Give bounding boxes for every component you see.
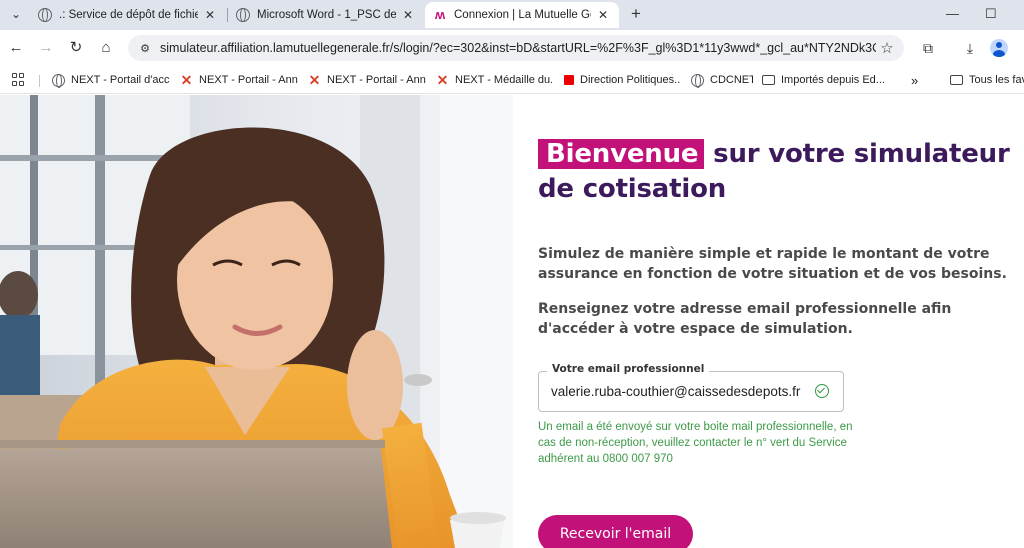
- extensions-icon[interactable]: ⧉: [918, 38, 938, 58]
- mutuelle-logo-icon: ʍ: [434, 7, 446, 22]
- tab-title: .: Service de dépôt de fichiers :.: [59, 9, 198, 21]
- x-logo-icon: ✕: [308, 71, 321, 88]
- page-content: Bienvenue sur votre simulateur de cotisa…: [0, 95, 1024, 548]
- intro-text: Simulez de manière simple et rapide le m…: [538, 246, 1007, 282]
- bookmark-next-medaille[interactable]: ✕ NEXT - Médaille du...: [436, 71, 552, 89]
- download-icon[interactable]: ⤓: [960, 38, 980, 58]
- new-tab-icon[interactable]: +: [626, 4, 646, 24]
- tab-title: Microsoft Word - 1_PSC des co: [257, 9, 396, 21]
- bookmark-folder-importes[interactable]: Importés depuis Ed...: [762, 71, 886, 89]
- email-input[interactable]: valerie.ruba-couthier@caissedesdepots.fr: [551, 384, 800, 399]
- forward-arrow-icon[interactable]: →: [36, 38, 56, 58]
- bookmark-next-portail-acces[interactable]: NEXT - Portail d'acc...: [52, 71, 170, 89]
- tab-microsoft-word[interactable]: Microsoft Word - 1_PSC des co ✕: [228, 2, 424, 28]
- globe-icon: [52, 73, 65, 88]
- email-field[interactable]: Votre email professionnel valerie.ruba-c…: [538, 363, 844, 412]
- red-square-icon: [564, 75, 574, 85]
- tab-connexion-mutuelle[interactable]: ʍ Connexion | La Mutuelle Généra ✕: [425, 2, 619, 28]
- bookmark-label: Importés depuis Ed...: [781, 74, 885, 86]
- bookmark-label: NEXT - Médaille du...: [455, 74, 552, 86]
- title-highlight: Bienvenue: [538, 139, 705, 169]
- globe-icon: [691, 73, 704, 88]
- back-arrow-icon[interactable]: ←: [6, 38, 26, 58]
- address-bar[interactable]: ⚙ simulateur.affiliation.lamutuellegener…: [128, 35, 904, 61]
- bookmark-label: NEXT - Portail - Ann...: [327, 74, 426, 86]
- bookmarks-overflow-chevron[interactable]: »: [911, 71, 925, 89]
- browser-toolbar: ← → ↻ ⌂ ⚙ simulateur.affiliation.lamutue…: [0, 30, 1024, 66]
- bookmark-next-portail-ann-2[interactable]: ✕ NEXT - Portail - Ann...: [308, 71, 426, 89]
- close-icon[interactable]: ✕: [400, 8, 416, 22]
- bookmark-label: Tous les favo: [969, 74, 1024, 86]
- bookmark-label: NEXT - Portail - Ann...: [199, 74, 298, 86]
- minimize-icon[interactable]: —: [946, 6, 959, 21]
- tab-strip: ⌄ .: Service de dépôt de fichiers :. ✕ M…: [0, 0, 1024, 30]
- maximize-icon[interactable]: ☐: [985, 6, 997, 22]
- folder-icon: [950, 75, 963, 85]
- bookmark-next-portail-ann-1[interactable]: ✕ NEXT - Portail - Ann...: [180, 71, 298, 89]
- tab-title: Connexion | La Mutuelle Généra: [454, 9, 591, 21]
- url-text[interactable]: simulateur.affiliation.lamutuellegeneral…: [160, 41, 876, 55]
- bookmark-cdcnet[interactable]: CDCNET: [691, 71, 753, 89]
- bookmark-label: NEXT - Portail d'acc...: [71, 74, 170, 86]
- site-info-icon[interactable]: ⚙: [134, 42, 156, 55]
- tab-search-icon[interactable]: ⌄: [4, 4, 28, 24]
- tab-depot-fichiers[interactable]: .: Service de dépôt de fichiers :. ✕: [30, 2, 226, 28]
- check-circle-icon: [815, 384, 829, 398]
- bookmarks-separator: [39, 75, 40, 87]
- bookmark-label: CDCNET: [710, 74, 753, 86]
- close-icon[interactable]: ✕: [595, 8, 611, 22]
- receive-email-button[interactable]: Recevoir l'email: [538, 515, 693, 548]
- x-logo-icon: ✕: [436, 71, 449, 88]
- confirmation-message: Un email a été envoyé sur votre boite ma…: [538, 421, 853, 465]
- x-logo-icon: ✕: [180, 71, 193, 88]
- folder-icon: [762, 75, 775, 85]
- apps-grid-icon[interactable]: [12, 73, 25, 86]
- login-panel: Bienvenue sur votre simulateur de cotisa…: [513, 95, 1024, 548]
- globe-icon: [38, 8, 52, 22]
- hero-photo: [0, 95, 513, 548]
- email-field-label: Votre email professionnel: [547, 363, 710, 375]
- bookmark-direction-politiques[interactable]: Direction Politiques...: [564, 71, 680, 89]
- bookmarks-bar: NEXT - Portail d'acc... ✕ NEXT - Portail…: [0, 66, 1024, 94]
- bookmark-star-icon[interactable]: ☆: [876, 39, 898, 57]
- reload-icon[interactable]: ↻: [66, 38, 86, 58]
- page-title: Bienvenue sur votre simulateur de cotisa…: [538, 137, 1018, 207]
- home-icon[interactable]: ⌂: [96, 38, 116, 58]
- bookmark-folder-all[interactable]: Tous les favo: [950, 71, 1024, 89]
- bookmark-label: Direction Politiques...: [580, 74, 680, 86]
- profile-avatar-icon[interactable]: [990, 39, 1008, 57]
- close-icon[interactable]: ✕: [202, 8, 218, 22]
- globe-icon: [236, 8, 250, 22]
- hero-photo-illustration: [0, 95, 513, 548]
- instruction-text: Renseignez votre adresse email professio…: [538, 301, 952, 337]
